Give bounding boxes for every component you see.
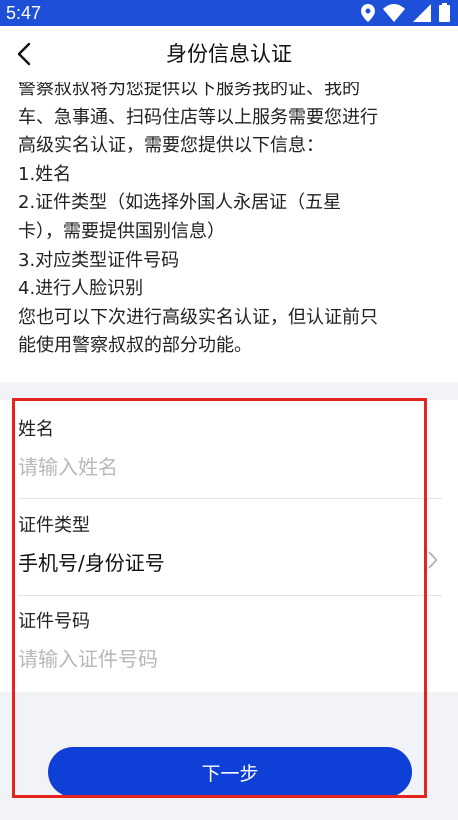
- intro-line: 3.对应类型证件号码: [18, 249, 180, 271]
- page-title: 身份信息认证: [166, 42, 292, 66]
- cellular-icon: [413, 3, 431, 22]
- id-type-label: 证件类型: [18, 515, 90, 536]
- battery-icon: [439, 3, 450, 22]
- back-arrow-icon: [17, 42, 31, 66]
- status-bar: 5:47: [0, 0, 458, 26]
- chevron-right-icon: [428, 551, 438, 569]
- name-input[interactable]: [18, 452, 418, 482]
- divider: [18, 595, 442, 596]
- wifi-icon: [383, 3, 405, 22]
- app-bar: 身份信息认证: [0, 26, 458, 82]
- name-field: 姓名: [18, 418, 442, 482]
- intro-line: 车、急事通、扫码住店等以上服务需要您进行: [18, 106, 378, 128]
- id-number-input[interactable]: [18, 644, 418, 674]
- intro-line: 1.姓名: [18, 163, 72, 185]
- intro-line: 卡），需要提供国别信息）: [18, 220, 225, 242]
- location-icon: [361, 3, 375, 22]
- intro-text: 警察叔叔将为您提供以下服务我的证、我的 车、急事通、扫码住店等以上服务需要您进行…: [18, 82, 438, 361]
- intro-line: 2.证件类型（如选择外国人永居证（五星: [18, 192, 342, 214]
- next-step-button[interactable]: 下一步: [48, 747, 412, 797]
- intro-line: 您也可以下次进行高级实名认证，但认证前只: [18, 306, 378, 328]
- intro-line: 4.进行人脸识别: [18, 278, 144, 300]
- name-label: 姓名: [18, 419, 54, 440]
- id-type-field[interactable]: 证件类型 手机号/身份证号: [18, 514, 442, 578]
- id-number-label: 证件号码: [18, 611, 90, 632]
- status-time: 5:47: [6, 3, 42, 23]
- intro-line: 警察叔叔将为您提供以下服务我的证、我的: [18, 82, 360, 99]
- intro-line: 高级实名认证，需要您提供以下信息：: [18, 135, 324, 157]
- id-type-value: 手机号/身份证号: [18, 551, 165, 575]
- status-icons: [361, 3, 450, 22]
- intro-section: 警察叔叔将为您提供以下服务我的证、我的 车、急事通、扫码住店等以上服务需要您进行…: [0, 82, 458, 382]
- divider: [18, 498, 442, 499]
- back-button[interactable]: [8, 38, 40, 70]
- intro-line: 能使用警察叔叔的部分功能。: [18, 335, 252, 357]
- id-number-field: 证件号码: [18, 610, 442, 674]
